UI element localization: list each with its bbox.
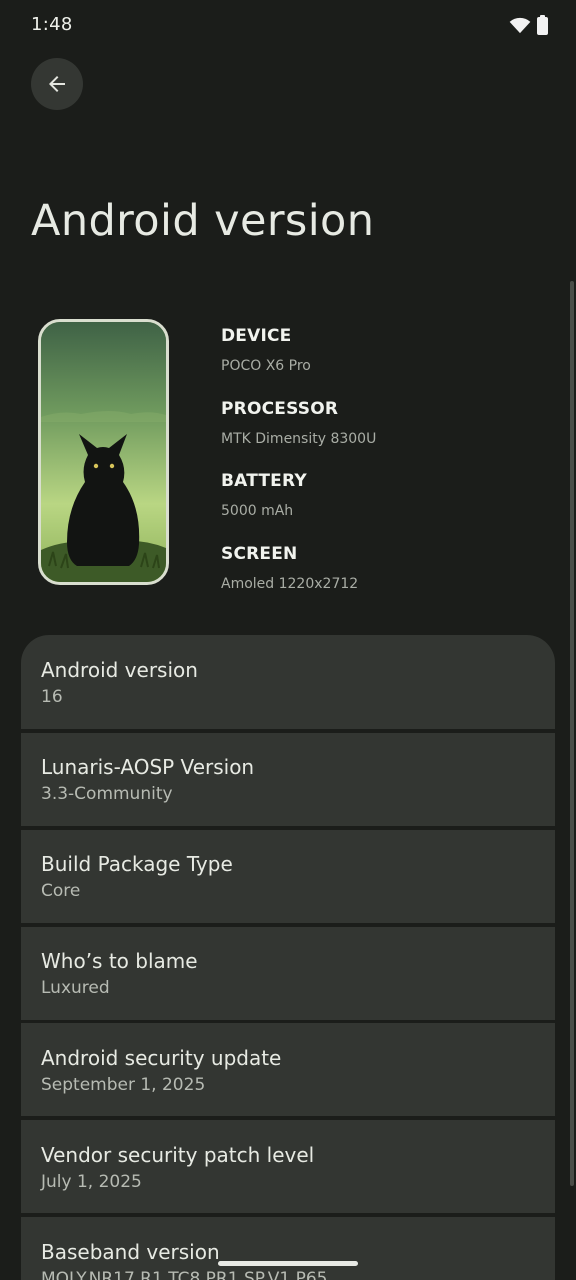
item-title: Build Package Type bbox=[41, 852, 233, 876]
spec-device: DEVICE POCO X6 Pro bbox=[221, 326, 311, 374]
status-time: 1:48 bbox=[31, 14, 73, 35]
item-title: Vendor security patch level bbox=[41, 1143, 315, 1167]
spec-screen: SCREEN Amoled 1220x2712 bbox=[221, 544, 358, 592]
back-button[interactable] bbox=[31, 58, 83, 110]
device-image bbox=[38, 319, 169, 585]
spec-value: 5000 mAh bbox=[221, 503, 294, 519]
item-value: 3.3-Community bbox=[41, 784, 173, 804]
item-android-security-update[interactable]: Android security update September 1, 202… bbox=[21, 1023, 555, 1116]
spec-label: BATTERY bbox=[221, 471, 307, 491]
wifi-icon bbox=[509, 17, 531, 34]
spec-processor: PROCESSOR MTK Dimensity 8300U bbox=[221, 399, 376, 447]
item-lunaris-version[interactable]: Lunaris-AOSP Version 3.3-Community bbox=[21, 733, 555, 826]
item-title: Android version bbox=[41, 658, 198, 682]
item-value: MOLY.NR17.R1.TC8.PR1.SP.V1.P65 bbox=[41, 1269, 328, 1280]
status-bar: 1:48 bbox=[0, 0, 576, 52]
item-vendor-security-patch[interactable]: Vendor security patch level July 1, 2025 bbox=[21, 1120, 555, 1213]
screen: 1:48 Android version DEVICE POCO X6 Pro … bbox=[0, 0, 576, 1280]
item-title: Baseband version bbox=[41, 1240, 220, 1264]
spec-value: MTK Dimensity 8300U bbox=[221, 431, 377, 447]
spec-label: DEVICE bbox=[221, 326, 292, 346]
gesture-navigation-bar[interactable] bbox=[218, 1261, 358, 1266]
item-build-package-type[interactable]: Build Package Type Core bbox=[21, 830, 555, 923]
item-value: 16 bbox=[41, 687, 63, 707]
arrow-back-icon bbox=[49, 76, 65, 92]
item-value: September 1, 2025 bbox=[41, 1075, 206, 1095]
spec-label: PROCESSOR bbox=[221, 399, 339, 419]
page-title: Android version bbox=[31, 196, 375, 246]
item-value: Core bbox=[41, 881, 81, 901]
item-baseband-version[interactable]: Baseband version MOLY.NR17.R1.TC8.PR1.SP… bbox=[21, 1217, 555, 1280]
item-value: Luxured bbox=[41, 978, 110, 998]
item-android-version[interactable]: Android version 16 bbox=[21, 635, 555, 729]
item-value: July 1, 2025 bbox=[41, 1172, 142, 1192]
spec-value: Amoled 1220x2712 bbox=[221, 576, 359, 592]
spec-value: POCO X6 Pro bbox=[221, 358, 311, 374]
item-title: Lunaris-AOSP Version bbox=[41, 755, 255, 779]
spec-label: SCREEN bbox=[221, 544, 298, 564]
battery-icon bbox=[537, 15, 548, 35]
item-title: Android security update bbox=[41, 1046, 282, 1070]
spec-battery: BATTERY 5000 mAh bbox=[221, 471, 307, 519]
item-whos-to-blame[interactable]: Who’s to blame Luxured bbox=[21, 927, 555, 1020]
scrollbar[interactable] bbox=[570, 281, 574, 1186]
item-title: Who’s to blame bbox=[41, 949, 198, 973]
